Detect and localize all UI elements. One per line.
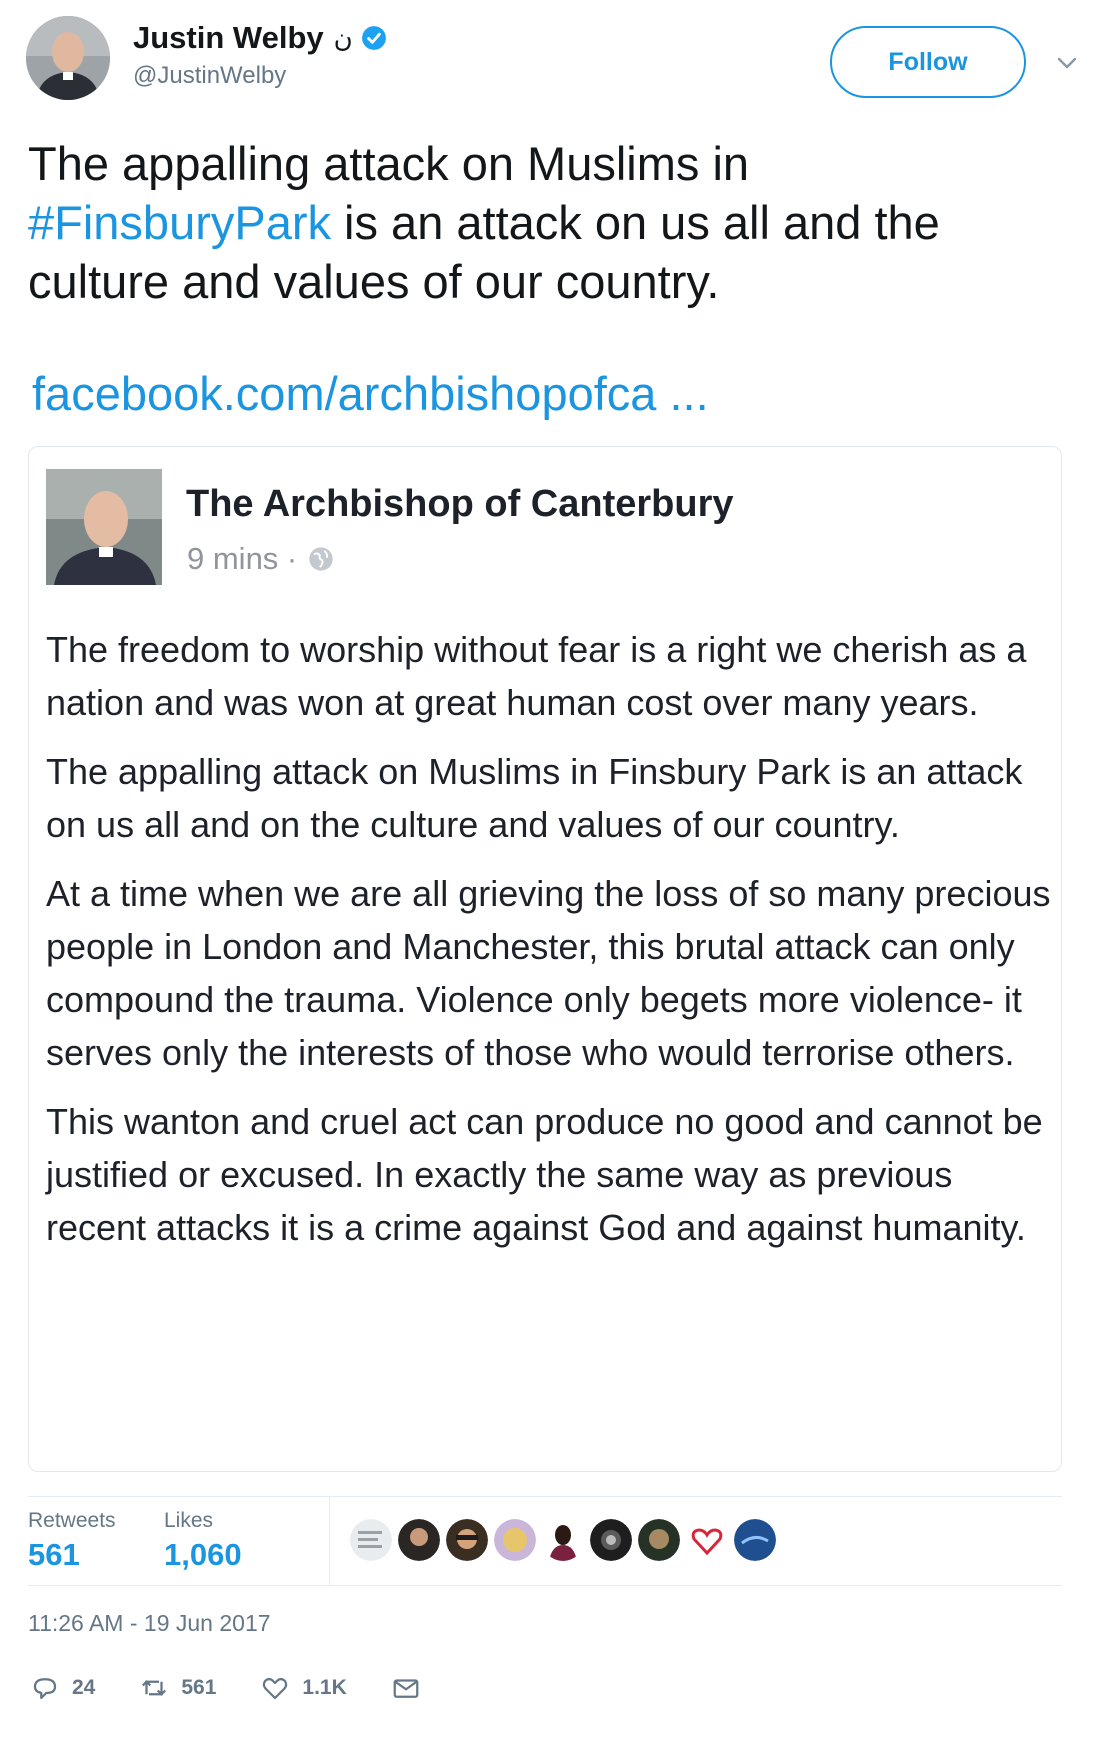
reply-count: 24 <box>72 1676 96 1699</box>
retweet-count: 561 <box>181 1676 217 1699</box>
retweet-icon <box>142 1680 167 1696</box>
post-paragraph: The freedom to worship without fear is a… <box>46 629 1027 723</box>
post-paragraph: This wanton and cruel act can produce no… <box>46 1101 1043 1248</box>
external-link[interactable]: facebook.com/archbishopofca ... <box>32 366 709 421</box>
like-count: 1.1K <box>302 1676 347 1699</box>
hashtag-link[interactable]: #FinsburyPark <box>28 196 331 249</box>
direct-message-button[interactable] <box>391 1673 421 1703</box>
likes-stat[interactable]: Likes 1,060 <box>164 1509 242 1573</box>
user-handle[interactable]: @JustinWelby <box>133 62 286 90</box>
liker-avatar[interactable] <box>398 1519 440 1561</box>
post-paragraph: At a time when we are all grieving the l… <box>46 873 1051 1073</box>
liker-avatar[interactable] <box>542 1519 584 1561</box>
tweet-header: Justin Welby ن @JustinWelby Follow <box>26 14 1078 114</box>
solidarity-mark: ن <box>333 22 353 53</box>
page-name[interactable]: The Archbishop of Canterbury <box>186 483 734 526</box>
retweets-label: Retweets <box>28 1509 116 1532</box>
likes-label: Likes <box>164 1509 214 1532</box>
liker-avatar[interactable] <box>494 1519 536 1561</box>
liker-avatar[interactable] <box>446 1519 488 1561</box>
liker-avatar[interactable] <box>590 1519 632 1561</box>
tweet-stats: Retweets 561 Likes 1,060 <box>28 1496 1062 1586</box>
retweets-stat[interactable]: Retweets 561 <box>28 1509 116 1573</box>
reply-icon <box>33 1678 57 1700</box>
retweets-count: 561 <box>28 1537 80 1572</box>
tweet-timestamp[interactable]: 11:26 AM - 19 Jun 2017 <box>28 1610 271 1637</box>
envelope-icon <box>393 1679 419 1698</box>
stats-divider <box>329 1497 330 1585</box>
globe-icon <box>309 547 333 571</box>
post-paragraph: The appalling attack on Muslims in Finsb… <box>46 751 1023 845</box>
tweet-text-part: The appalling attack on Muslims in <box>28 137 750 190</box>
liker-avatar[interactable] <box>686 1519 728 1561</box>
verified-badge-icon <box>361 26 386 50</box>
liker-avatar[interactable] <box>638 1519 680 1561</box>
post-meta: 9 mins · <box>187 541 335 577</box>
embedded-post-card[interactable]: The Archbishop of Canterbury 9 mins · Th… <box>28 446 1062 1472</box>
display-name[interactable]: Justin Welby <box>133 20 324 56</box>
profile-avatar[interactable] <box>26 16 110 100</box>
reply-button[interactable]: 24 <box>30 1673 95 1703</box>
name-row: Justin Welby ن <box>133 20 387 56</box>
post-body: The freedom to worship without fear is a… <box>46 623 1058 1270</box>
like-button[interactable]: 1.1K <box>260 1673 347 1703</box>
liker-avatar[interactable] <box>734 1519 776 1561</box>
action-bar: 24 561 1.1K <box>30 1666 465 1710</box>
heart-icon <box>263 1677 288 1700</box>
follow-button[interactable]: Follow <box>830 26 1026 98</box>
liker-avatar[interactable] <box>350 1519 392 1561</box>
retweet-button[interactable]: 561 <box>139 1673 216 1703</box>
tweet-text: The appalling attack on Muslims in #Fins… <box>28 134 1058 311</box>
page-avatar <box>46 469 162 585</box>
chevron-down-icon[interactable] <box>1056 52 1078 74</box>
post-time: 9 mins · <box>187 541 298 576</box>
likes-count: 1,060 <box>164 1537 242 1572</box>
liker-avatars <box>350 1519 776 1561</box>
